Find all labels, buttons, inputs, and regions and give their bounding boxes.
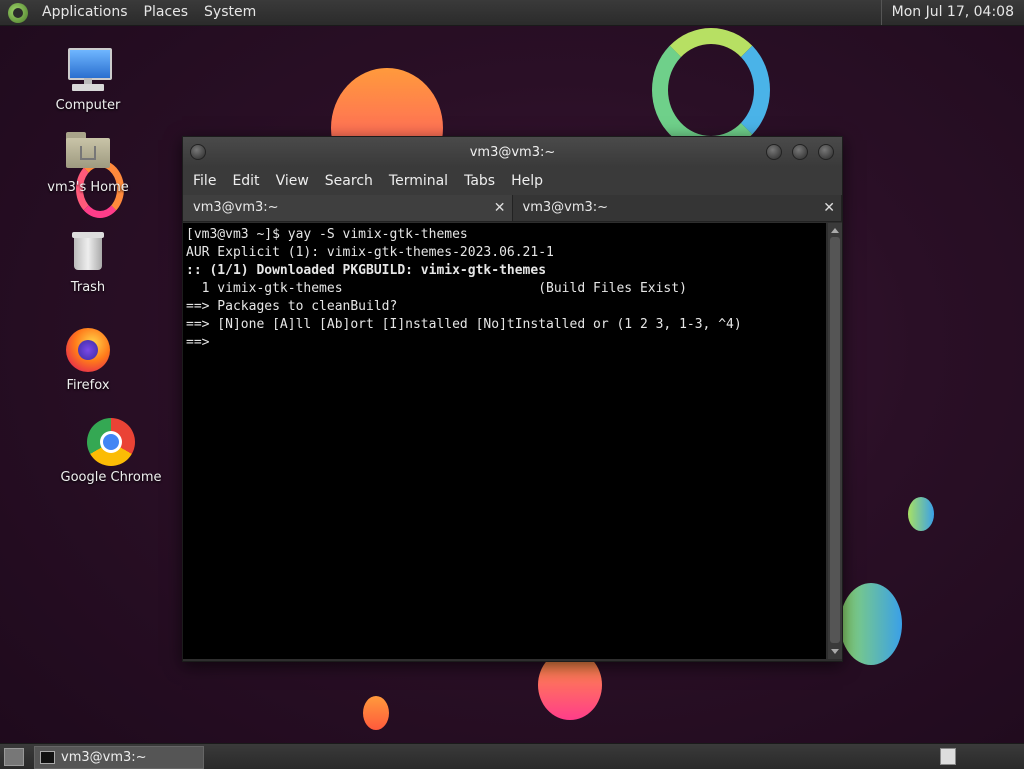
terminal-output[interactable]: [vm3@vm3 ~]$ yay -S vimix-gtk-themes AUR … — [183, 223, 826, 659]
menu-file[interactable]: File — [185, 173, 224, 189]
terminal-line: [vm3@vm3 ~]$ yay -S vimix-gtk-themes — [186, 227, 468, 242]
desktop-icon-firefox[interactable]: Firefox — [33, 326, 143, 393]
terminal-line: AUR Explicit (1): vimix-gtk-themes-2023.… — [186, 245, 554, 260]
menu-help[interactable]: Help — [503, 173, 551, 189]
blue-blob-decoration — [908, 497, 934, 531]
tab-close-icon[interactable]: ✕ — [823, 195, 835, 221]
menu-edit[interactable]: Edit — [224, 173, 267, 189]
terminal-icon — [40, 751, 55, 764]
small-orange-blob-decoration — [363, 696, 389, 730]
window-menubar: File Edit View Search Terminal Tabs Help — [183, 167, 842, 195]
firefox-icon — [64, 326, 112, 374]
green-blob-decoration — [840, 583, 902, 665]
minimize-button[interactable] — [766, 144, 782, 160]
desktop-icon-label: Trash — [70, 280, 106, 295]
window-title: vm3@vm3:~ — [469, 145, 556, 160]
chrome-icon — [87, 418, 135, 466]
show-desktop-icon[interactable] — [4, 748, 24, 766]
desktop-icon-computer[interactable]: Computer — [33, 46, 143, 113]
distro-logo-icon[interactable] — [8, 2, 28, 23]
system-menu[interactable]: System — [196, 0, 264, 25]
close-button[interactable] — [818, 144, 834, 160]
terminal-line: :: (1/1) Downloaded PKGBUILD: vimix-gtk-… — [186, 263, 547, 278]
home-folder-icon — [64, 128, 112, 176]
top-panel: Applications Places System Mon Jul 17, 0… — [0, 0, 1024, 26]
menu-tabs[interactable]: Tabs — [456, 173, 503, 189]
tab-label: vm3@vm3:~ — [522, 200, 609, 215]
terminal-window: vm3@vm3:~ File Edit View Search Terminal… — [182, 136, 843, 662]
tab-2[interactable]: vm3@vm3:~ ✕ — [512, 195, 842, 221]
menu-view[interactable]: View — [268, 173, 317, 189]
menu-terminal[interactable]: Terminal — [381, 173, 456, 189]
workspace-switcher[interactable] — [940, 748, 956, 765]
computer-icon — [64, 46, 112, 94]
menu-search[interactable]: Search — [317, 173, 381, 189]
gradient-ring-decoration — [652, 28, 770, 152]
desktop-icon-trash[interactable]: Trash — [33, 228, 143, 295]
taskbar-button-label: vm3@vm3:~ — [61, 750, 147, 765]
tab-close-icon[interactable]: ✕ — [494, 195, 506, 221]
trash-icon — [64, 228, 112, 276]
desktop-icon-label: vm3's Home — [47, 180, 129, 195]
terminal-scrollbar[interactable] — [828, 223, 842, 659]
desktop-icon-label: Computer — [55, 98, 121, 113]
scrollbar-thumb[interactable] — [830, 237, 840, 643]
clock[interactable]: Mon Jul 17, 04:08 — [880, 0, 1024, 25]
tab-label: vm3@vm3:~ — [193, 200, 279, 215]
terminal-line: 1 vimix-gtk-themes (Build Files Exist) — [186, 281, 687, 296]
applications-menu[interactable]: Applications — [34, 0, 136, 25]
maximize-button[interactable] — [792, 144, 808, 160]
terminal-line: ==> [N]one [A]ll [Ab]ort [I]nstalled [No… — [186, 317, 742, 332]
tab-bar: vm3@vm3:~ ✕ vm3@vm3:~ ✕ — [183, 195, 842, 222]
desktop-icon-chrome[interactable]: Google Chrome — [56, 418, 166, 485]
tab-1[interactable]: vm3@vm3:~ ✕ — [183, 195, 513, 221]
desktop-icon-label: Firefox — [66, 378, 110, 393]
desktop-icon-label: Google Chrome — [60, 470, 162, 485]
window-titlebar[interactable]: vm3@vm3:~ — [183, 137, 842, 167]
bottom-panel: vm3@vm3:~ — [0, 743, 1024, 769]
terminal-line: ==> Packages to cleanBuild? — [186, 299, 398, 314]
places-menu[interactable]: Places — [136, 0, 197, 25]
scroll-up-icon[interactable] — [831, 228, 839, 233]
taskbar-button-terminal[interactable]: vm3@vm3:~ — [34, 746, 204, 769]
desktop-icon-home[interactable]: vm3's Home — [33, 128, 143, 195]
terminal-line: ==> — [186, 335, 210, 350]
scroll-down-icon[interactable] — [831, 649, 839, 654]
